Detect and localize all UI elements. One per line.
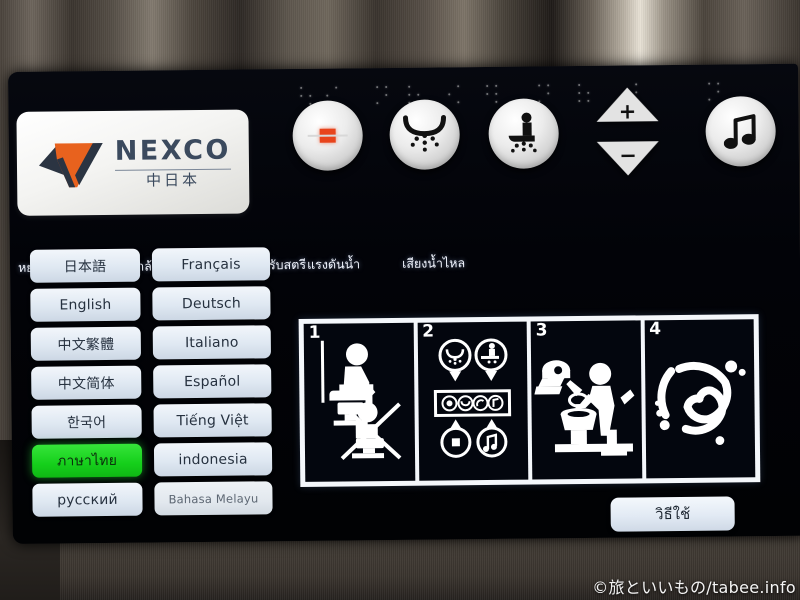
braille-dots-pressure-2 xyxy=(578,84,592,105)
brand-divider xyxy=(114,168,232,171)
language-button[interactable]: 日本語 xyxy=(29,248,141,283)
howto-step-1: 1 xyxy=(303,322,415,482)
nexco-mark-icon xyxy=(38,143,103,188)
caption-pressure: แรงดันน้ำ xyxy=(306,256,361,272)
language-button[interactable]: 中文繁體 xyxy=(30,326,142,361)
language-button[interactable]: Tiếng Việt xyxy=(153,403,272,438)
caption-sound: เสียงน้ำไหล xyxy=(401,255,466,271)
rear-wash-seated-icon xyxy=(508,112,537,153)
brand-subtitle: 中日本 xyxy=(146,170,201,190)
language-button[interactable]: русский xyxy=(32,482,143,517)
language-button[interactable]: 中文简体 xyxy=(31,365,142,400)
watermark: ©旅といいもの/tabee.info xyxy=(592,578,796,597)
pressure-increase-button[interactable]: + xyxy=(596,87,659,124)
control-console: NEXCO 中日本 + − ฉีดน้ำล้างก้น แรงดันน้ำ เส… xyxy=(8,63,800,544)
pressure-pad[interactable]: + − xyxy=(596,87,660,176)
flush-swirl-icon xyxy=(655,360,746,445)
braille-dots-lady xyxy=(376,86,390,107)
stop-line-decor xyxy=(307,134,348,137)
pressure-decrease-button[interactable]: − xyxy=(596,141,660,176)
plus-icon: + xyxy=(618,99,637,124)
language-button[interactable]: indonesia xyxy=(153,442,273,477)
language-button[interactable]: English xyxy=(30,287,141,322)
language-button[interactable]: Français xyxy=(151,247,271,282)
music-note-icon xyxy=(723,114,756,149)
language-button[interactable]: Deutsch xyxy=(152,286,271,321)
brand-name: NEXCO xyxy=(114,134,232,167)
lady-wash-icon xyxy=(403,114,446,152)
stop-button[interactable] xyxy=(292,100,364,172)
step-number: 4 xyxy=(649,319,662,340)
language-button[interactable]: ภาษาไทย xyxy=(31,443,143,478)
control-panel-buttons-icon xyxy=(434,338,512,458)
minus-icon: − xyxy=(618,143,637,168)
language-button[interactable]: Español xyxy=(153,364,272,399)
howto-step-4: 4 xyxy=(644,319,756,479)
language-button[interactable]: 한국어 xyxy=(31,404,142,439)
step-number: 3 xyxy=(535,320,548,341)
language-selector[interactable]: 日本語 Français English Deutsch 中文繁體 Italiano 中文简… xyxy=(29,247,283,517)
howto-illustration-strip: 1 2 3 4 xyxy=(298,314,761,487)
language-button[interactable]: Italiano xyxy=(152,325,272,360)
braille-dots-sound-2 xyxy=(708,82,722,104)
step-number: 2 xyxy=(422,321,435,342)
flush-sound-button[interactable] xyxy=(705,95,777,167)
step-number: 1 xyxy=(308,322,321,343)
howto-step-2: 2 xyxy=(417,321,529,481)
toilet-control-panel-photo: NEXCO 中日本 + − ฉีดน้ำล้างก้น แรงดันน้ำ เส… xyxy=(0,0,800,600)
braille-dots-rear xyxy=(448,85,462,106)
lady-wash-button[interactable] xyxy=(389,99,461,171)
paper-into-bowl-icon xyxy=(534,360,635,456)
rear-wash-button[interactable] xyxy=(488,98,560,169)
howto-button[interactable]: วิธีใช้ xyxy=(610,496,735,532)
braille-dots-rear-2 xyxy=(486,84,500,106)
language-button[interactable]: Bahasa Melayu xyxy=(154,481,273,516)
nexco-logo-plate: NEXCO 中日本 xyxy=(16,109,250,216)
sit-on-toilet-not-squat-icon xyxy=(320,340,402,460)
howto-step-3: 3 xyxy=(530,320,642,480)
